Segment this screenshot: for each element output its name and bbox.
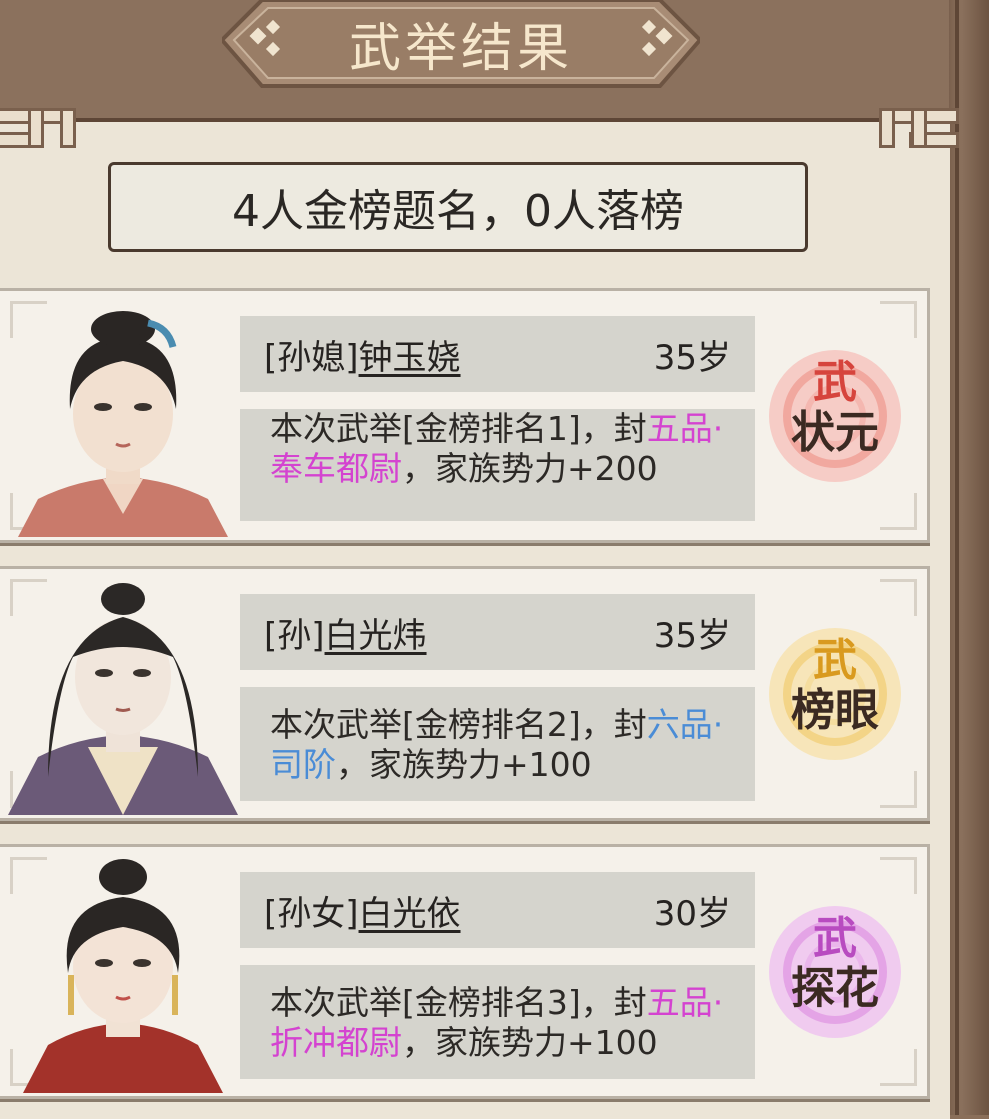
name-bar: [孙]白光炜 35岁	[240, 594, 755, 670]
lattice-ornament-right	[839, 100, 959, 162]
character-name-link[interactable]: 钟玉娆	[359, 338, 461, 378]
portrait-avatar	[18, 311, 228, 537]
page-title: 武举结果	[348, 19, 573, 79]
portrait-avatar	[8, 583, 238, 815]
result-card[interactable]: [孙媳]钟玉娆 35岁 本次武举[金榜排名1]，封五品·奉车都尉，家族势力+20…	[0, 288, 930, 543]
name-bar: [孙媳]钟玉娆 35岁	[240, 316, 755, 392]
summary-box: 4人金榜题名，0人落榜	[108, 162, 808, 252]
age-label: 35岁	[653, 337, 731, 378]
age-label: 35岁	[653, 615, 731, 656]
title-plaque: 武举结果	[222, 0, 700, 88]
bangyan-badge: 武 榜眼	[765, 624, 905, 764]
relation-label: [孙]	[264, 615, 325, 656]
name-bar: [孙女]白光依 30岁	[240, 872, 755, 948]
character-name-link[interactable]: 白光炜	[325, 616, 427, 656]
tanhua-badge: 武 探花	[765, 902, 905, 1042]
result-description: 本次武举[金榜排名3]，封五品·折冲都尉，家族势力+100	[240, 965, 755, 1079]
result-description: 本次武举[金榜排名2]，封六品·司阶，家族势力+100	[240, 687, 755, 801]
lattice-ornament-left	[0, 100, 110, 162]
portrait-avatar	[23, 859, 223, 1093]
character-name-link[interactable]: 白光依	[359, 894, 461, 934]
right-frame	[949, 0, 989, 1115]
age-label: 30岁	[653, 893, 731, 934]
result-description: 本次武举[金榜排名1]，封五品·奉车都尉，家族势力+200	[240, 409, 755, 521]
relation-label: [孙女]	[264, 893, 359, 934]
result-card[interactable]: [孙]白光炜 35岁 本次武举[金榜排名2]，封六品·司阶，家族势力+100 武…	[0, 566, 930, 821]
summary-text: 4人金榜题名，0人落榜	[232, 186, 684, 237]
relation-label: [孙媳]	[264, 337, 359, 378]
zhuangyuan-badge: 武 状元	[765, 346, 905, 486]
result-card[interactable]: [孙女]白光依 30岁 本次武举[金榜排名3]，封五品·折冲都尉，家族势力+10…	[0, 844, 930, 1099]
